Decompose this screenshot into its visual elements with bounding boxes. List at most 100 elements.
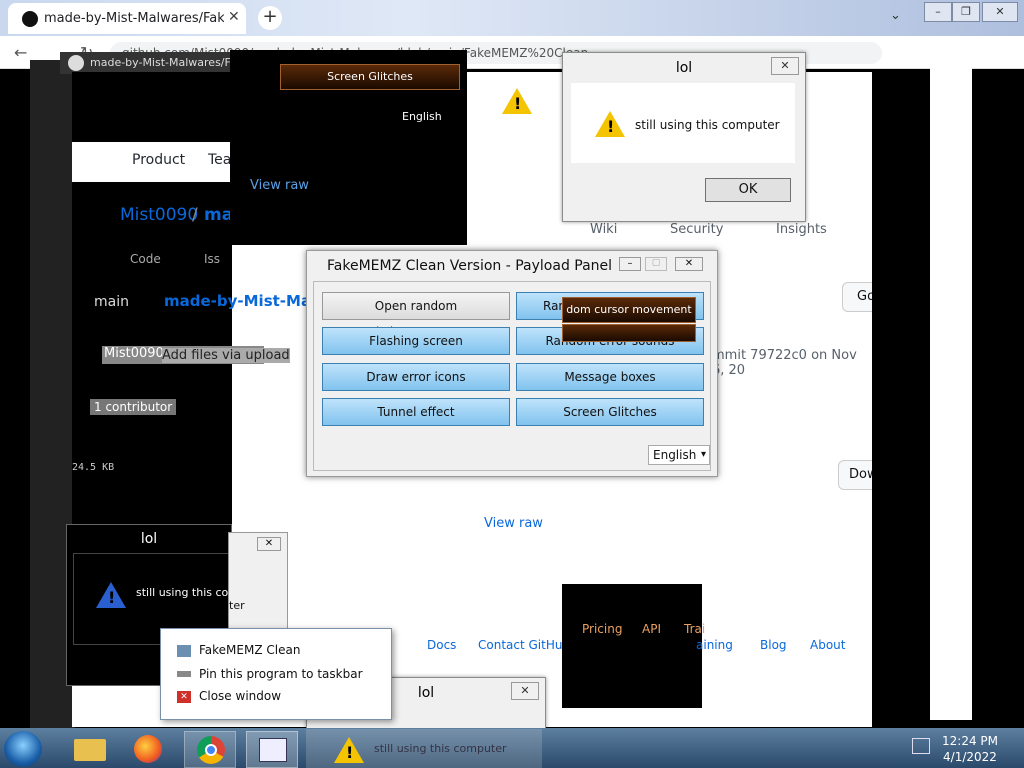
dialog-message: still using this computer bbox=[635, 118, 780, 132]
chrome-icon bbox=[197, 736, 225, 764]
glitch-strip-white bbox=[930, 60, 972, 720]
footer-training[interactable]: aining bbox=[696, 638, 733, 652]
tab-insights[interactable]: Insights bbox=[776, 222, 827, 237]
browser-tab[interactable]: made-by-Mist-Malwares/FakeM ✕ bbox=[8, 3, 246, 34]
warning-icon bbox=[334, 737, 364, 763]
back-icon[interactable]: ← bbox=[14, 43, 27, 62]
app-icon bbox=[177, 645, 191, 657]
footer-api[interactable]: API bbox=[642, 622, 661, 636]
tab-code[interactable]: Code bbox=[130, 252, 161, 266]
dialog-body: still using this computer bbox=[571, 83, 795, 163]
close-icon[interactable]: ✕ bbox=[771, 57, 799, 75]
chevron-down-icon[interactable]: ⌄ bbox=[890, 8, 901, 23]
jump-item-pin[interactable]: Pin this program to taskbar bbox=[199, 667, 363, 681]
panel-maximize-button: ▢ bbox=[645, 257, 667, 271]
pin-icon bbox=[177, 671, 191, 677]
github-header: Product Tea bbox=[72, 142, 232, 182]
panel-close-button[interactable]: ✕ bbox=[675, 257, 703, 271]
start-button[interactable] bbox=[4, 731, 42, 767]
firefox-icon bbox=[134, 735, 162, 763]
folder-icon bbox=[74, 739, 106, 761]
panel-title: FakeMEMZ Clean Version - Payload Panel bbox=[327, 258, 613, 274]
taskbar-explorer[interactable] bbox=[66, 731, 116, 766]
lol-dialog-fragment: ✕ ter bbox=[228, 532, 288, 634]
browser-tab-bar: made-by-Mist-Malwares/FakeM ✕ + ⌄ – ❐ ✕ bbox=[0, 0, 1024, 36]
taskbar-chrome[interactable] bbox=[184, 731, 236, 768]
open-websites-button[interactable]: Open random websites/programs bbox=[322, 292, 510, 339]
commit-meta: mmit 79722c0 on Nov 6, 20 bbox=[712, 348, 857, 378]
taskbar-fakememz[interactable] bbox=[246, 731, 298, 768]
warning-icon bbox=[96, 582, 126, 608]
repo-name-link[interactable]: ma bbox=[204, 205, 233, 225]
warning-icon bbox=[502, 88, 532, 114]
jump-item-close[interactable]: Close window bbox=[199, 689, 281, 703]
jump-item-app[interactable]: FakeMEMZ Clean bbox=[199, 643, 300, 657]
warning-icon bbox=[595, 111, 625, 137]
tab-security[interactable]: Security bbox=[670, 222, 723, 237]
glitch-tab-copy: made-by-Mist-Malwares/Fake bbox=[60, 52, 249, 74]
footer-docs[interactable]: Docs bbox=[427, 638, 456, 652]
tab-issues[interactable]: Iss bbox=[204, 252, 220, 266]
commit-message[interactable]: Add files via upload bbox=[162, 348, 290, 363]
view-raw-link[interactable]: View raw bbox=[484, 516, 543, 531]
close-icon: ✕ bbox=[177, 691, 191, 703]
close-icon[interactable]: ✕ bbox=[257, 537, 281, 551]
ok-button[interactable]: OK bbox=[705, 178, 791, 202]
close-window-button[interactable]: ✕ bbox=[982, 2, 1018, 22]
github-icon bbox=[22, 11, 38, 27]
github-icon bbox=[68, 55, 84, 71]
tab-wiki[interactable]: Wiki bbox=[590, 222, 617, 237]
maximize-button[interactable]: ❐ bbox=[952, 2, 980, 22]
contributors-count[interactable]: 1 contributor bbox=[90, 399, 177, 415]
tunnel-effect-button[interactable]: Tunnel effect bbox=[322, 398, 510, 426]
commit-author[interactable]: Mist0090 bbox=[102, 346, 164, 361]
glitch-tab-title: made-by-Mist-Malwares/Fake bbox=[90, 56, 250, 69]
window-icon bbox=[259, 738, 287, 762]
close-icon[interactable]: ✕ bbox=[511, 682, 539, 700]
glitch-panel-copy: Screen Glitches English View raw bbox=[230, 50, 467, 245]
clock-time: 12:24 PM bbox=[942, 734, 998, 748]
taskbar-jump-list: FakeMEMZ Clean Pin this program to taskb… bbox=[160, 628, 392, 720]
footer-blog[interactable]: Blog bbox=[760, 638, 787, 652]
footer-training-glitch[interactable]: Trai bbox=[684, 622, 705, 636]
dialog-title: lol bbox=[140, 531, 158, 547]
close-tab-icon[interactable]: ✕ bbox=[228, 9, 240, 25]
glitch-cursor-fragment: dom cursor movement bbox=[562, 297, 696, 323]
language-select[interactable]: English bbox=[648, 445, 710, 465]
footer-contact[interactable]: Contact GitHub bbox=[478, 638, 570, 652]
clock-date: 4/1/2022 bbox=[943, 750, 997, 764]
system-clock[interactable]: 12:24 PM 4/1/2022 bbox=[930, 733, 1010, 765]
nav-product[interactable]: Product bbox=[132, 152, 185, 168]
repo-slash: / bbox=[192, 205, 198, 225]
network-icon[interactable] bbox=[912, 738, 930, 754]
tab-title: made-by-Mist-Malwares/FakeM bbox=[44, 11, 224, 26]
dialog-title: lol bbox=[675, 60, 693, 76]
nav-team[interactable]: Tea bbox=[208, 152, 231, 168]
message-boxes-button[interactable]: Message boxes bbox=[516, 363, 704, 391]
glitch-block bbox=[562, 584, 702, 708]
dialog-message-tail: ter bbox=[229, 599, 245, 612]
branch-selector[interactable]: main bbox=[94, 294, 129, 310]
screen-glitches-button[interactable]: Screen Glitches bbox=[516, 398, 704, 426]
taskbar-ghost-dialog: still using this computer bbox=[306, 729, 542, 768]
glitch-screen-glitches-button[interactable]: Screen Glitches bbox=[280, 64, 460, 90]
taskbar-firefox[interactable] bbox=[124, 731, 174, 766]
footer-about[interactable]: About bbox=[810, 638, 845, 652]
payload-panel: FakeMEMZ Clean Version - Payload Panel –… bbox=[306, 250, 718, 477]
draw-error-icons-button[interactable]: Draw error icons bbox=[322, 363, 510, 391]
file-size: 24.5 KB bbox=[72, 462, 115, 473]
dialog-message: still using this com bbox=[136, 586, 239, 599]
glitch-strip-right bbox=[872, 90, 932, 690]
flashing-screen-button[interactable]: Flashing screen bbox=[322, 327, 510, 355]
glitch-fragment bbox=[562, 324, 696, 342]
footer-pricing[interactable]: Pricing bbox=[582, 622, 622, 636]
lol-dialog: lol ✕ still using this computer OK bbox=[562, 52, 806, 222]
glitch-language-select[interactable]: English bbox=[402, 110, 442, 123]
panel-minimize-button[interactable]: – bbox=[619, 257, 641, 271]
ghost-message: still using this computer bbox=[374, 742, 507, 755]
minimize-button[interactable]: – bbox=[924, 2, 952, 22]
glitch-view-raw[interactable]: View raw bbox=[250, 178, 309, 193]
repo-owner-link[interactable]: Mist0090 bbox=[120, 205, 198, 225]
glitch-button-fragment bbox=[230, 64, 274, 88]
new-tab-button[interactable]: + bbox=[258, 6, 282, 30]
